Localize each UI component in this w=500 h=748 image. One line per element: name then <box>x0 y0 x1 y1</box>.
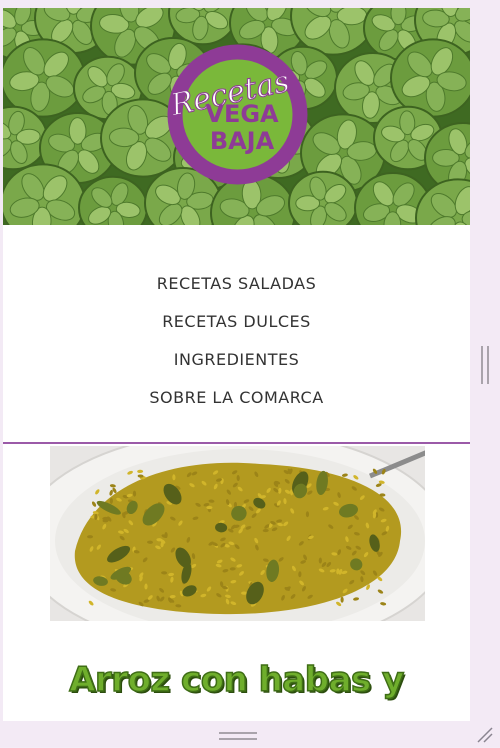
logo-line-vega: VEGA <box>205 100 279 128</box>
nav-item-recetas-dulces[interactable]: RECETAS DULCES <box>3 312 470 331</box>
nav-divider <box>3 442 470 444</box>
nav-item-sobre-la-comarca[interactable]: SOBRE LA COMARCA <box>3 388 470 407</box>
logo-line-baja: BAJA <box>210 127 275 155</box>
nav-item-recetas-saladas[interactable]: RECETAS SALADAS <box>3 274 470 293</box>
resize-corner-icon[interactable] <box>474 724 494 744</box>
scrollbar-grip-icon[interactable] <box>480 346 490 384</box>
nav-item-ingredientes[interactable]: INGREDIENTES <box>3 350 470 369</box>
browser-frame: Recetas VEGA BAJA RECETAS SALADAS RECETA… <box>0 0 500 747</box>
page-viewport: Recetas VEGA BAJA RECETAS SALADAS RECETA… <box>3 8 470 721</box>
main-navigation: RECETAS SALADAS RECETAS DULCES INGREDIEN… <box>3 225 470 443</box>
recipe-title[interactable]: Arroz con habas y <box>3 659 470 701</box>
horizontal-grip-icon[interactable] <box>219 732 257 740</box>
recipe-photo[interactable] <box>50 446 425 621</box>
site-logo[interactable]: Recetas VEGA BAJA <box>166 43 309 186</box>
